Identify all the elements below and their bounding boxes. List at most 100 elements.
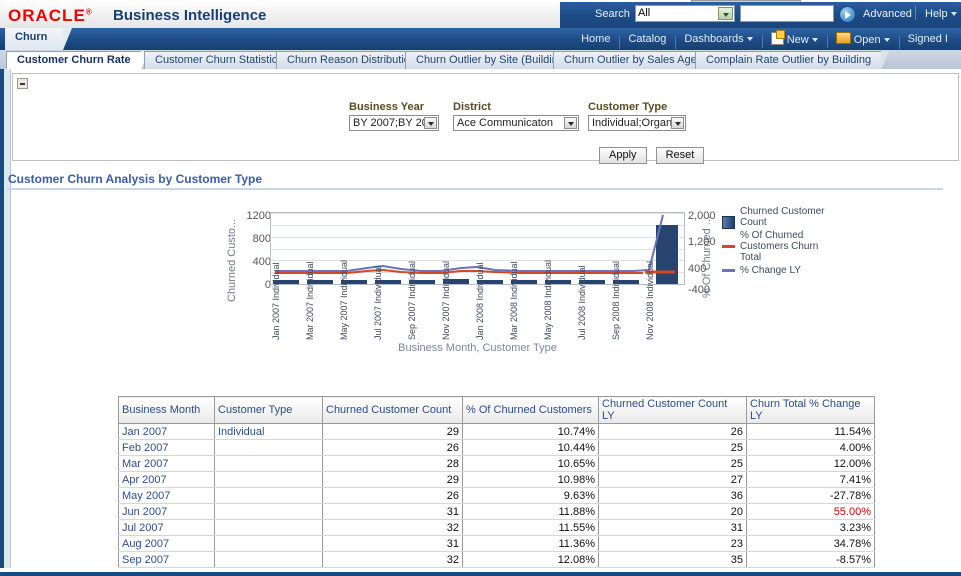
- cell-month: Jul 2007: [118, 519, 215, 536]
- nav-new[interactable]: New: [761, 30, 827, 48]
- nav-open[interactable]: Open: [826, 32, 899, 48]
- business-year-value: BY 2007;BY 20: [353, 117, 428, 129]
- collapse-minus-icon[interactable]: [17, 78, 28, 89]
- cell-count-ly: 23: [598, 535, 747, 552]
- col-business-month[interactable]: Business Month: [118, 396, 215, 424]
- search-go-icon[interactable]: [839, 6, 856, 23]
- cell-pct: 12.08%: [462, 551, 599, 568]
- table-row[interactable]: Jan 2007 Individual 29 10.74% 26 11.54%: [118, 423, 875, 440]
- col-pct-churned[interactable]: % Of Churned Customers: [462, 396, 599, 424]
- table-row[interactable]: Jul 2007 32 11.55% 31 3.23%: [118, 519, 875, 536]
- table-row[interactable]: Feb 2007 26 10.44% 25 4.00%: [118, 439, 875, 456]
- tab-customer-churn-rate[interactable]: Customer Churn Rate: [6, 51, 149, 70]
- cell-pct: 9.63%: [462, 487, 599, 504]
- section-rule: [7, 188, 943, 190]
- section-title: Customer Churn Analysis by Customer Type: [8, 172, 263, 186]
- search-input[interactable]: [740, 5, 834, 22]
- new-page-icon: [770, 30, 785, 45]
- table-row[interactable]: Mar 2007 28 10.65% 25 12.00%: [118, 455, 875, 472]
- help-menu[interactable]: Help: [925, 8, 957, 20]
- cell-count-ly: 35: [598, 551, 747, 568]
- global-nav-bar: Churn Home Catalog Dashboards New Open S…: [0, 28, 961, 50]
- chevron-down-icon[interactable]: [424, 117, 437, 129]
- legend-label-1: % Of Churned Customers Churn Total: [740, 230, 819, 263]
- nav-home[interactable]: Home: [572, 33, 619, 45]
- customer-type-select[interactable]: Individual;Organiz: [588, 115, 686, 131]
- col-churned-count-ly[interactable]: Churned Customer Count LY: [598, 396, 747, 424]
- prompt-district: District Ace Communicaton: [453, 101, 579, 131]
- cell-count-ly: 36: [598, 487, 747, 504]
- table-row[interactable]: May 2007 26 9.63% 36 -27.78%: [118, 487, 875, 504]
- cell-count: 31: [322, 535, 463, 552]
- chevron-down-icon[interactable]: [671, 117, 684, 129]
- dashboard-name-tab[interactable]: Churn: [5, 28, 73, 50]
- x-label-11: Nov 2008 Individual: [645, 260, 655, 340]
- y-tick-400: 400: [252, 256, 271, 268]
- cell-count-ly: 27: [598, 471, 747, 488]
- legend-item-churned-customer-count: Churned Customer Count: [722, 206, 842, 229]
- chevron-down-icon: [883, 38, 890, 43]
- tab-churn-outlier-by-sales-agent[interactable]: Churn Outlier by Sales Agent: [553, 51, 724, 70]
- chevron-down-icon: [746, 37, 753, 42]
- table-row[interactable]: Jun 2007 31 11.88% 20 55.00%: [118, 503, 875, 520]
- nav-dashboards[interactable]: Dashboards: [675, 33, 761, 49]
- reset-button[interactable]: Reset: [655, 147, 705, 164]
- oracle-logo: ORACLE®: [8, 6, 93, 25]
- divider: [915, 6, 916, 20]
- table-body: Jan 2007 Individual 29 10.74% 26 11.54% …: [118, 423, 875, 576]
- table-row[interactable]: Sep 2007 32 12.08% 35 -8.57%: [118, 551, 875, 568]
- y-tick-0: 0: [264, 279, 271, 291]
- cell-pct: 11.36%: [462, 535, 599, 552]
- churn-table: Business Month Customer Type Churned Cus…: [118, 396, 875, 576]
- tab-customer-churn-statistics[interactable]: Customer Churn Statistics: [144, 51, 301, 70]
- prompt-panel: Business Year BY 2007;BY 20 District Ace…: [12, 73, 959, 164]
- search-scope-select[interactable]: All: [635, 5, 735, 22]
- nav-signed-in[interactable]: Signed I: [898, 33, 957, 49]
- prompt-label-customer-type: Customer Type: [588, 101, 668, 113]
- table-row[interactable]: Apr 2007 29 10.98% 27 7.41%: [118, 471, 875, 488]
- col-churned-count[interactable]: Churned Customer Count: [322, 396, 463, 424]
- global-nav-items: Home Catalog Dashboards New Open Signed …: [572, 28, 957, 50]
- cell-type: [214, 535, 323, 552]
- y-tick-1200: 1200: [246, 210, 271, 222]
- legend-item-pct-change-ly: % Change LY: [722, 265, 842, 276]
- cell-change: 3.23%: [746, 519, 875, 536]
- cell-count-ly: 31: [598, 519, 747, 536]
- oracle-bi-dashboard: ORACLE® Business Intelligence Search All…: [0, 0, 961, 576]
- customer-type-value: Individual;Organiz: [592, 117, 681, 129]
- col-customer-type[interactable]: Customer Type: [214, 396, 323, 424]
- chevron-down-icon[interactable]: [564, 117, 577, 129]
- tab-complain-rate-outlier[interactable]: Complain Rate Outlier by Building: [695, 51, 890, 70]
- legend-bar-swatch-icon: [722, 216, 735, 229]
- cell-count: 29: [322, 471, 463, 488]
- col-change-ly[interactable]: Churn Total % Change LY: [746, 396, 875, 424]
- chevron-down-icon[interactable]: [718, 7, 733, 20]
- legend-line-swatch-icon: [722, 269, 735, 272]
- chart-legend: Churned Customer Count % Of Churned Cust…: [722, 206, 842, 278]
- cell-pct: 10.98%: [462, 471, 599, 488]
- search-area: Search All Advanced Help: [560, 2, 961, 28]
- cell-count-ly: 25: [598, 439, 747, 456]
- cell-month: Jun 2007: [118, 503, 215, 520]
- district-select[interactable]: Ace Communicaton: [453, 115, 579, 131]
- prompt-business-year: Business Year BY 2007;BY 20: [349, 101, 439, 131]
- tab-churn-outlier-by-site[interactable]: Churn Outlier by Site (Building): [405, 51, 586, 70]
- legend-item-pct-churned: % Of Churned Customers Churn Total: [722, 230, 842, 263]
- cell-type: [214, 487, 323, 504]
- cell-type: [214, 551, 323, 568]
- nav-catalog[interactable]: Catalog: [619, 33, 675, 49]
- search-scope-value: All: [638, 7, 651, 19]
- cell-month: Apr 2007: [118, 471, 215, 488]
- cell-change: 12.00%: [746, 455, 875, 472]
- chevron-down-icon: [811, 38, 818, 43]
- chart-x-labels: Jan 2007 Individual Mar 2007 Individual …: [271, 260, 687, 342]
- advanced-link[interactable]: Advanced: [863, 8, 912, 20]
- business-year-select[interactable]: BY 2007;BY 20: [349, 115, 439, 131]
- cell-month: Aug 2007: [118, 535, 215, 552]
- folder-icon: [835, 32, 851, 44]
- cell-count-ly: 25: [598, 455, 747, 472]
- apply-button[interactable]: Apply: [599, 147, 647, 164]
- tab-churn-reason-distribution[interactable]: Churn Reason Distribution: [276, 51, 435, 70]
- cell-type: Individual: [214, 423, 323, 440]
- table-row[interactable]: Aug 2007 31 11.36% 23 34.78%: [118, 535, 875, 552]
